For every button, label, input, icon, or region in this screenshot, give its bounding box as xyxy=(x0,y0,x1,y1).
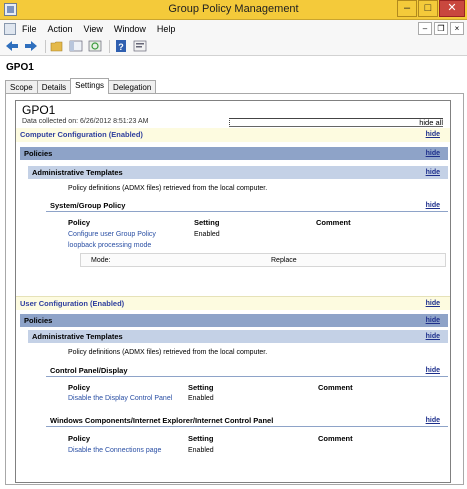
menu-bar: File Action View Window Help – ❐ × xyxy=(0,20,467,37)
setting-value: Enabled xyxy=(188,447,214,454)
user-policies-header[interactable]: Policies hide xyxy=(20,314,448,327)
report-title: GPO1 xyxy=(22,103,56,117)
column-header-setting: Setting xyxy=(188,383,214,392)
toolbar: ? xyxy=(0,37,467,56)
refresh-icon xyxy=(88,40,102,52)
setting-value: Enabled xyxy=(194,231,220,238)
ie-control-panel-header[interactable]: Windows Components/Internet Explorer/Int… xyxy=(46,414,448,427)
section-label: Control Panel/Display xyxy=(50,366,128,375)
admx-note: Policy definitions (ADMX files) retrieve… xyxy=(68,349,268,356)
column-header-comment: Comment xyxy=(318,434,353,443)
computer-config-label: Computer Configuration (Enabled) xyxy=(20,130,143,139)
forward-arrow-icon xyxy=(25,41,37,51)
refresh-button[interactable] xyxy=(87,39,103,54)
maximize-button[interactable]: □ xyxy=(418,0,438,17)
computer-policies-header[interactable]: Policies hide xyxy=(20,147,448,160)
tab-settings[interactable]: Settings xyxy=(70,78,110,94)
properties-icon xyxy=(133,40,147,52)
hide-link[interactable]: hide xyxy=(426,414,440,427)
section-label: Windows Components/Internet Explorer/Int… xyxy=(50,416,274,425)
computer-config-header[interactable]: Computer Configuration (Enabled) hide xyxy=(16,128,450,142)
policies-label: Policies xyxy=(24,316,53,325)
hide-link[interactable]: hide xyxy=(426,330,440,343)
mdi-minimize-button[interactable]: – xyxy=(418,22,432,35)
policy-link-connections-page[interactable]: Disable the Connections page xyxy=(68,447,161,454)
admx-note: Policy definitions (ADMX files) retrieve… xyxy=(68,185,268,192)
back-arrow-icon xyxy=(6,41,18,51)
show-hide-tree-button[interactable] xyxy=(68,39,84,54)
hide-link[interactable]: hide xyxy=(426,128,440,142)
close-button[interactable]: ✕ xyxy=(439,0,465,17)
help-icon: ? xyxy=(116,40,126,52)
hide-link[interactable]: hide xyxy=(426,364,440,377)
policy-link-display-control-panel[interactable]: Disable the Display Control Panel xyxy=(68,395,172,402)
hide-all-link[interactable]: hide all xyxy=(229,118,443,127)
window-controls: – □ ✕ xyxy=(396,0,465,17)
policy-link-loopback-line2[interactable]: loopback processing mode xyxy=(68,242,151,249)
computer-admin-templates-header[interactable]: Administrative Templates hide xyxy=(28,166,448,179)
tab-strip: Scope Details Settings Delegation xyxy=(5,78,157,94)
menu-file[interactable]: File xyxy=(22,24,37,34)
mdi-restore-button[interactable]: ❐ xyxy=(434,22,448,35)
mode-option-row: Mode: Replace xyxy=(80,253,446,267)
column-header-comment: Comment xyxy=(318,383,353,392)
menu-window[interactable]: Window xyxy=(114,24,146,34)
setting-value: Enabled xyxy=(188,395,214,402)
svg-text:?: ? xyxy=(118,42,124,52)
folder-icon xyxy=(50,41,63,52)
gpo-title: GPO1 xyxy=(6,62,34,73)
column-header-policy: Policy xyxy=(68,218,91,227)
user-config-label: User Configuration (Enabled) xyxy=(20,299,125,308)
admin-templates-label: Administrative Templates xyxy=(32,168,123,177)
mdi-controls: – ❐ × xyxy=(416,22,464,35)
properties-button[interactable] xyxy=(132,39,148,54)
hide-link[interactable]: hide xyxy=(426,166,440,179)
back-button[interactable] xyxy=(4,39,20,54)
menu-view[interactable]: View xyxy=(84,24,103,34)
column-header-setting: Setting xyxy=(194,218,220,227)
console-tree-icon xyxy=(69,40,83,52)
tab-scope[interactable]: Scope xyxy=(5,80,38,94)
column-header-policy: Policy xyxy=(68,434,91,443)
title-bar: Group Policy Management – □ ✕ xyxy=(0,0,467,20)
data-collected-text: Data collected on: 6/26/2012 8:51:23 AM xyxy=(22,118,149,125)
policy-link-loopback-line1[interactable]: Configure user Group Policy xyxy=(68,231,156,238)
policies-label: Policies xyxy=(24,149,53,158)
settings-panel: GPO1 Data collected on: 6/26/2012 8:51:2… xyxy=(5,93,464,485)
tab-details[interactable]: Details xyxy=(36,80,72,94)
tab-delegation[interactable]: Delegation xyxy=(108,80,157,94)
console-icon[interactable] xyxy=(4,22,16,35)
toolbar-separator xyxy=(109,39,110,53)
hide-link[interactable]: hide xyxy=(426,297,440,311)
hide-link[interactable]: hide xyxy=(426,199,440,212)
menu-action[interactable]: Action xyxy=(48,24,73,34)
toolbar-separator xyxy=(45,39,46,53)
column-header-policy: Policy xyxy=(68,383,91,392)
mdi-close-button[interactable]: × xyxy=(450,22,464,35)
system-group-policy-header[interactable]: System/Group Policy hide xyxy=(46,199,448,212)
column-header-setting: Setting xyxy=(188,434,214,443)
hide-link[interactable]: hide xyxy=(426,147,440,160)
up-folder-button[interactable] xyxy=(49,39,65,54)
help-button[interactable]: ? xyxy=(113,39,129,54)
mode-value: Replace xyxy=(271,257,297,264)
menu-help[interactable]: Help xyxy=(157,24,176,34)
mode-label: Mode: xyxy=(91,257,111,264)
admin-templates-label: Administrative Templates xyxy=(32,332,123,341)
minimize-button[interactable]: – xyxy=(397,0,417,17)
hide-all-label: hide all xyxy=(419,118,443,127)
user-config-header[interactable]: User Configuration (Enabled) hide xyxy=(16,296,450,311)
forward-button[interactable] xyxy=(23,39,39,54)
section-label: System/Group Policy xyxy=(50,201,126,210)
settings-report[interactable]: GPO1 Data collected on: 6/26/2012 8:51:2… xyxy=(15,100,451,483)
hide-link[interactable]: hide xyxy=(426,314,440,327)
control-panel-display-header[interactable]: Control Panel/Display hide xyxy=(46,364,448,377)
user-admin-templates-header[interactable]: Administrative Templates hide xyxy=(28,330,448,343)
column-header-comment: Comment xyxy=(316,218,351,227)
